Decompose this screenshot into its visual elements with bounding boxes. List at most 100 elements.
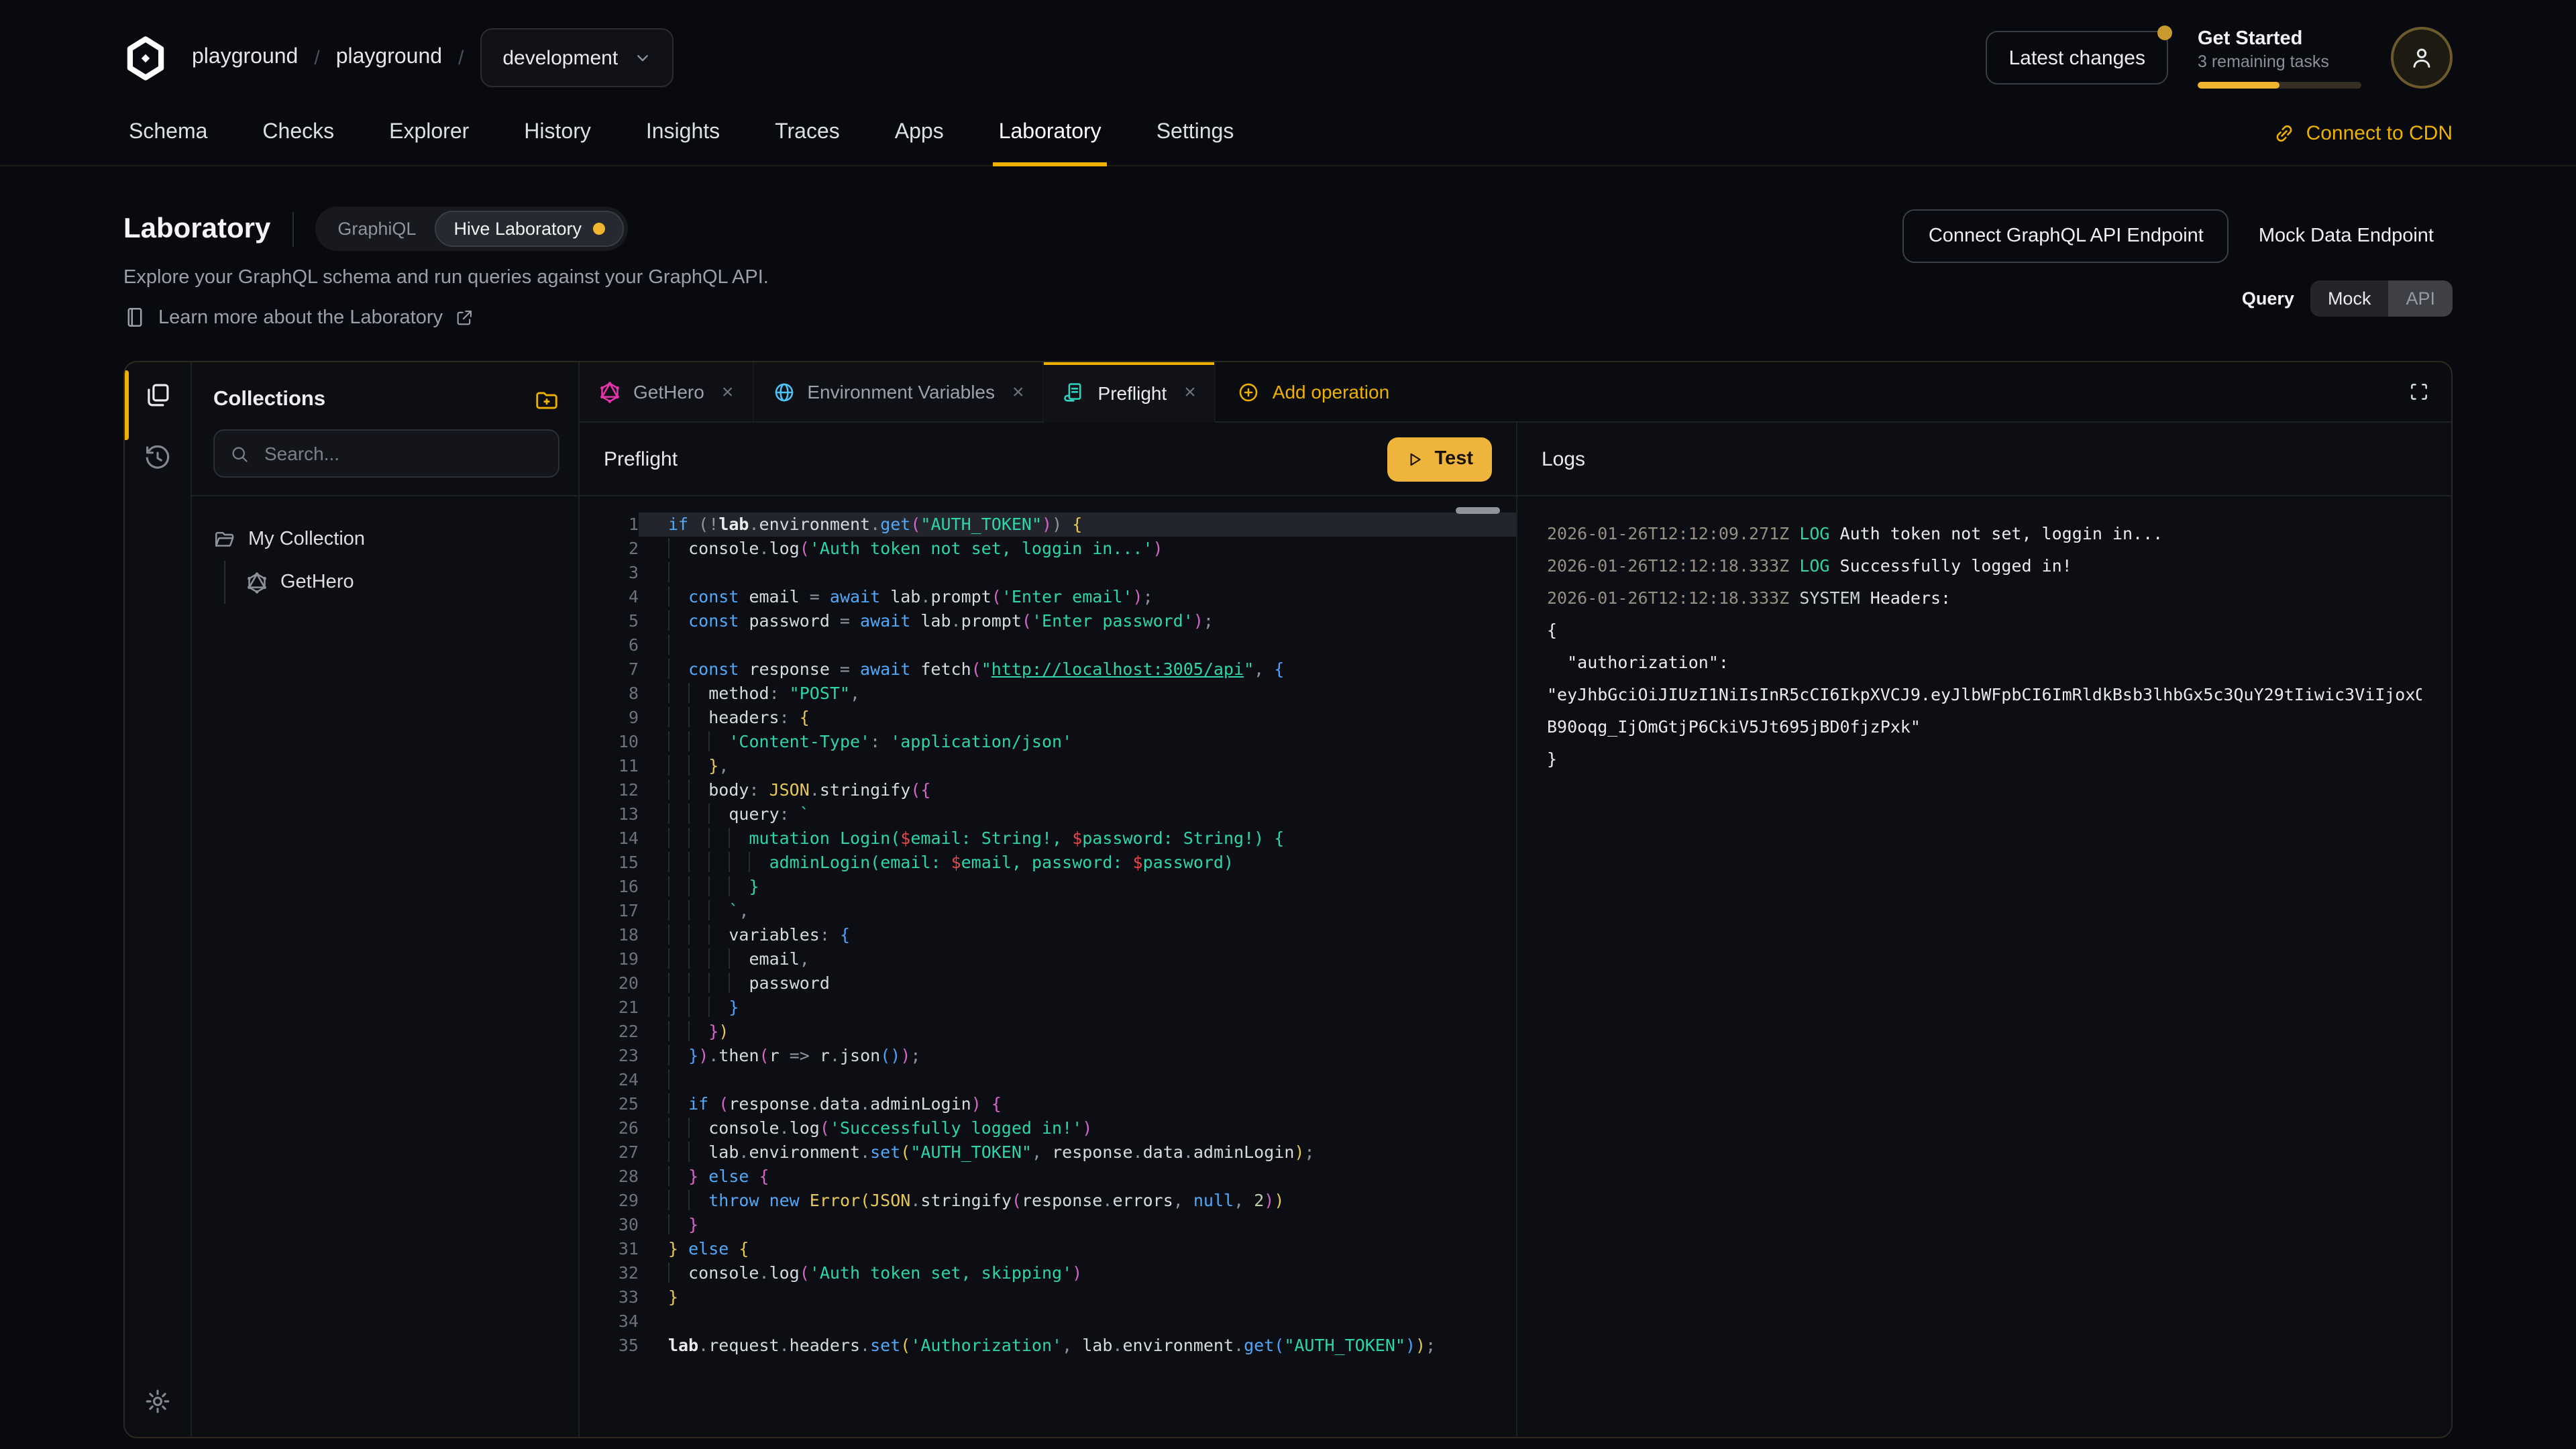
preflight-title: Preflight: [604, 447, 678, 470]
mode-option-graphiql[interactable]: GraphiQL: [319, 211, 435, 247]
laboratory-header-left: Laboratory GraphiQL Hive Laboratory Expl…: [123, 207, 1903, 329]
preflight-toolbar: Preflight Test: [580, 423, 1516, 496]
code-line-18: 18 variables: {: [580, 923, 1516, 947]
log-raw-line: "eyJhbGciOiJIUzI1NiIsInR5cCI6IkpXVCJ9.ey…: [1547, 679, 2422, 711]
log-entry: 2026-01-26T12:12:18.333Z SYSTEM Headers:: [1547, 582, 2422, 614]
folder-open-icon: [213, 528, 236, 551]
fullscreen-button[interactable]: [2387, 362, 2451, 421]
logs-title: Logs: [1542, 447, 1585, 470]
laboratory-panel: Collections My CollectionGetHero GetHero…: [123, 361, 2453, 1438]
collections-sidebar: Collections My CollectionGetHero: [192, 362, 580, 1437]
code-content: [639, 633, 1516, 657]
collection-item-gethero[interactable]: GetHero: [246, 561, 557, 604]
code-line-3: 3: [580, 561, 1516, 585]
connect-graphql-api-endpoint-button[interactable]: Connect GraphQL API Endpoint: [1903, 209, 2229, 263]
user-avatar[interactable]: [2391, 27, 2453, 89]
person-icon: [2408, 44, 2435, 71]
get-started-widget[interactable]: Get Started 3 remaining tasks: [2198, 26, 2361, 89]
code-line-22: 22 }): [580, 1020, 1516, 1044]
search-input[interactable]: [262, 441, 543, 466]
target-selector[interactable]: development: [480, 28, 673, 87]
fullscreen-icon: [2408, 381, 2430, 402]
graphql-icon: [598, 380, 621, 403]
learn-more-link[interactable]: Learn more about the Laboratory: [123, 306, 1903, 329]
query-mode-api[interactable]: API: [2388, 280, 2453, 317]
line-number: 33: [580, 1285, 639, 1309]
latest-changes-button[interactable]: Latest changes: [1986, 31, 2169, 85]
code-content: query: `: [639, 802, 1516, 826]
nav-item-insights[interactable]: Insights: [641, 121, 725, 165]
code-content: }: [639, 996, 1516, 1020]
hive-logo-icon[interactable]: [123, 36, 168, 80]
collection-folder-my-collection[interactable]: My Collection: [213, 518, 557, 561]
history-rail-button[interactable]: [144, 444, 172, 472]
line-number: 12: [580, 778, 639, 802]
line-number: 23: [580, 1044, 639, 1068]
active-mode-dot: [592, 223, 604, 235]
collections-tree: My Collection GetHero: [192, 496, 578, 625]
editor-scrollbar-thumb[interactable]: [1456, 507, 1500, 514]
log-entry: 2026-01-26T12:12:09.271Z LOG Auth token …: [1547, 518, 2422, 550]
line-number: 22: [580, 1020, 639, 1044]
code-content: [639, 1068, 1516, 1092]
divider: [292, 211, 293, 246]
code-content: } else {: [639, 1237, 1516, 1261]
mode-option-label: Hive Laboratory: [453, 219, 582, 239]
query-mode-mock[interactable]: Mock: [2310, 280, 2389, 317]
main-nav: Schema Checks Explorer History Insights Trace…: [0, 121, 2576, 166]
line-number: 6: [580, 633, 639, 657]
line-number: 17: [580, 899, 639, 923]
breadcrumb-project[interactable]: playground: [336, 46, 442, 70]
line-number: 35: [580, 1334, 639, 1358]
collection-children: GetHero: [224, 561, 557, 604]
collections-search[interactable]: [213, 429, 559, 478]
code-line-34: 34: [580, 1309, 1516, 1334]
page-title: Laboratory: [123, 213, 270, 245]
query-mode-control: Query Mock API: [2242, 280, 2453, 317]
nav-item-explorer[interactable]: Explorer: [384, 121, 474, 165]
add-operation-button[interactable]: Add operation: [1216, 362, 1411, 421]
breadcrumb-org[interactable]: playground: [192, 46, 298, 70]
collections-rail-button[interactable]: [144, 381, 172, 409]
breadcrumb-separator: /: [458, 46, 464, 69]
add-collection-icon[interactable]: [534, 387, 559, 413]
mode-option-label: GraphiQL: [337, 219, 416, 239]
close-tab-icon[interactable]: ×: [1184, 381, 1196, 404]
connect-to-cdn-link[interactable]: Connect to CDN: [2273, 122, 2453, 165]
mode-option-hive-laboratory[interactable]: Hive Laboratory: [435, 211, 623, 247]
nav-item-settings[interactable]: Settings: [1151, 121, 1240, 165]
nav-item-apps[interactable]: Apps: [890, 121, 949, 165]
close-tab-icon[interactable]: ×: [722, 380, 734, 403]
nav-item-traces[interactable]: Traces: [769, 121, 845, 165]
tab-label: Environment Variables: [807, 381, 995, 402]
nav-item-laboratory[interactable]: Laboratory: [994, 121, 1107, 165]
log-entry: 2026-01-26T12:12:18.333Z LOG Successfull…: [1547, 550, 2422, 582]
nav-item-checks[interactable]: Checks: [257, 121, 339, 165]
code-line-5: 5 const password = await lab.prompt('Ent…: [580, 609, 1516, 633]
code-content: 'Content-Type': 'application/json': [639, 730, 1516, 754]
tab-preflight[interactable]: Preflight×: [1044, 362, 1216, 423]
mode-toggle: GraphiQL Hive Laboratory: [315, 207, 627, 251]
log-raw-line: }: [1547, 743, 2422, 775]
code-content: const password = await lab.prompt('Enter…: [639, 609, 1516, 633]
page-description: Explore your GraphQL schema and run quer…: [123, 267, 1903, 288]
tab-gethero[interactable]: GetHero×: [580, 362, 753, 421]
tab-environment-variables[interactable]: Environment Variables ×: [753, 362, 1044, 421]
graphql-icon: [246, 571, 268, 594]
code-editor[interactable]: 1if (!lab.environment.get("AUTH_TOKEN"))…: [580, 496, 1516, 1437]
nav-item-history[interactable]: History: [519, 121, 596, 165]
code-line-14: 14 mutation Login($email: String!, $pass…: [580, 826, 1516, 851]
line-number: 26: [580, 1116, 639, 1140]
settings-gear-icon[interactable]: [144, 1387, 172, 1415]
log-raw-line: {: [1547, 614, 2422, 647]
code-line-8: 8 method: "POST",: [580, 682, 1516, 706]
nav-item-schema[interactable]: Schema: [123, 121, 213, 165]
collection-item-label: GetHero: [280, 572, 354, 593]
close-tab-icon[interactable]: ×: [1012, 380, 1024, 403]
test-button[interactable]: Test: [1388, 437, 1493, 481]
mock-data-endpoint-button[interactable]: Mock Data Endpoint: [2240, 209, 2453, 263]
query-label: Query: [2242, 288, 2294, 309]
line-number: 5: [580, 609, 639, 633]
laboratory-header: Laboratory GraphiQL Hive Laboratory Expl…: [0, 166, 2576, 329]
code-line-1: 1if (!lab.environment.get("AUTH_TOKEN"))…: [580, 513, 1516, 537]
